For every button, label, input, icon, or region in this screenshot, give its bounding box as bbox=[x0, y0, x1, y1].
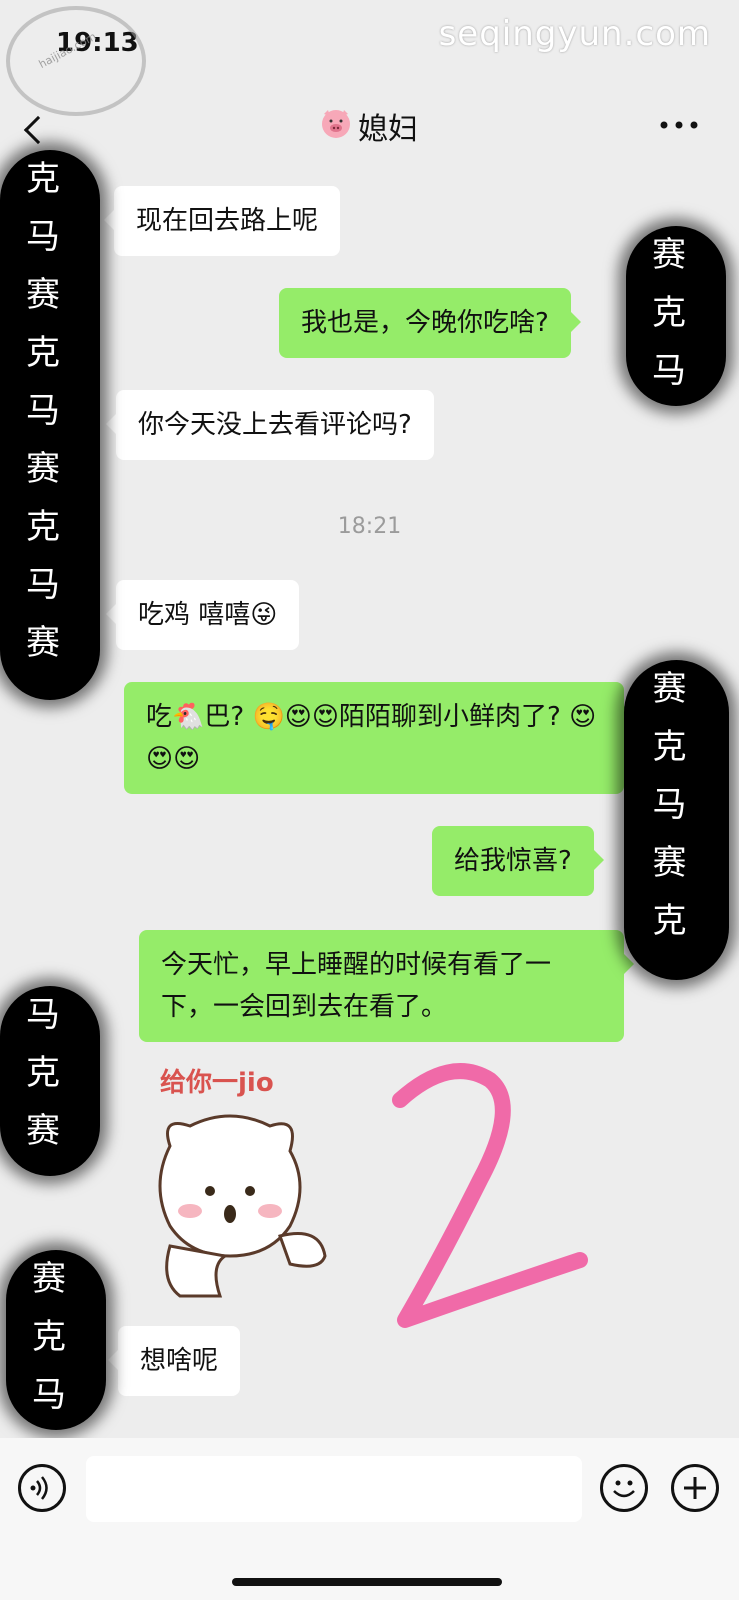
censor-blob-right-top: 赛克马 bbox=[626, 226, 726, 406]
plus-icon bbox=[684, 1477, 706, 1499]
emoji-icon bbox=[613, 1480, 635, 1498]
message-input[interactable] bbox=[86, 1456, 582, 1522]
pink-handwritten-two bbox=[392, 1063, 588, 1328]
more-button[interactable] bbox=[649, 100, 709, 150]
message-bubble[interactable]: 吃🐔巴? 🤤😍😍陌陌聊到小鲜肉了? 😍😍😍 bbox=[124, 682, 634, 794]
back-button[interactable] bbox=[10, 98, 66, 158]
message-bubble[interactable]: 给我惊喜? bbox=[432, 826, 604, 896]
message-bubble[interactable]: 吃鸡 嘻嘻😜 bbox=[105, 580, 300, 650]
message-bubble[interactable]: 你今天没上去看评论吗? bbox=[106, 390, 434, 460]
pig-face-icon bbox=[322, 110, 350, 138]
plus-button[interactable] bbox=[671, 1464, 719, 1512]
kicking-bear-sticker bbox=[158, 1114, 327, 1298]
input-bar bbox=[0, 1438, 739, 1600]
timestamp: 18:21 bbox=[337, 514, 402, 539]
watermark-site: seqingyun.com bbox=[438, 14, 711, 54]
chat-header: 媳妇 bbox=[0, 82, 739, 172]
message-bubble[interactable]: 现在回去路上呢 bbox=[103, 186, 341, 256]
voice-icon bbox=[30, 1476, 48, 1500]
message-bubble[interactable]: 我也是，今晚你吃啥? bbox=[279, 288, 581, 358]
censor-blob-left-mid: 马克赛 bbox=[0, 986, 100, 1176]
censor-blob-right-mid: 赛克马 赛克 bbox=[624, 660, 729, 980]
home-indicator[interactable] bbox=[232, 1578, 502, 1586]
voice-button[interactable] bbox=[18, 1464, 66, 1512]
censor-blob-left-bottom: 赛克马 bbox=[6, 1250, 106, 1430]
chat-title: 媳妇 bbox=[358, 112, 418, 147]
message-bubble[interactable]: 想啥呢 bbox=[107, 1326, 241, 1396]
censor-blob-left-top: 克马赛 克马赛 克马赛 bbox=[0, 150, 100, 700]
chevron-left-icon bbox=[23, 115, 53, 145]
emoji-button[interactable] bbox=[600, 1464, 648, 1512]
more-dots-icon bbox=[660, 121, 698, 129]
sticker[interactable]: 给你一jio bbox=[130, 1056, 340, 1306]
message-bubble[interactable]: 今天忙，早上睡醒的时候有看了一下，一会回到去在看了。 bbox=[139, 930, 634, 1042]
sticker-label: 给你一jio bbox=[160, 1068, 274, 1098]
